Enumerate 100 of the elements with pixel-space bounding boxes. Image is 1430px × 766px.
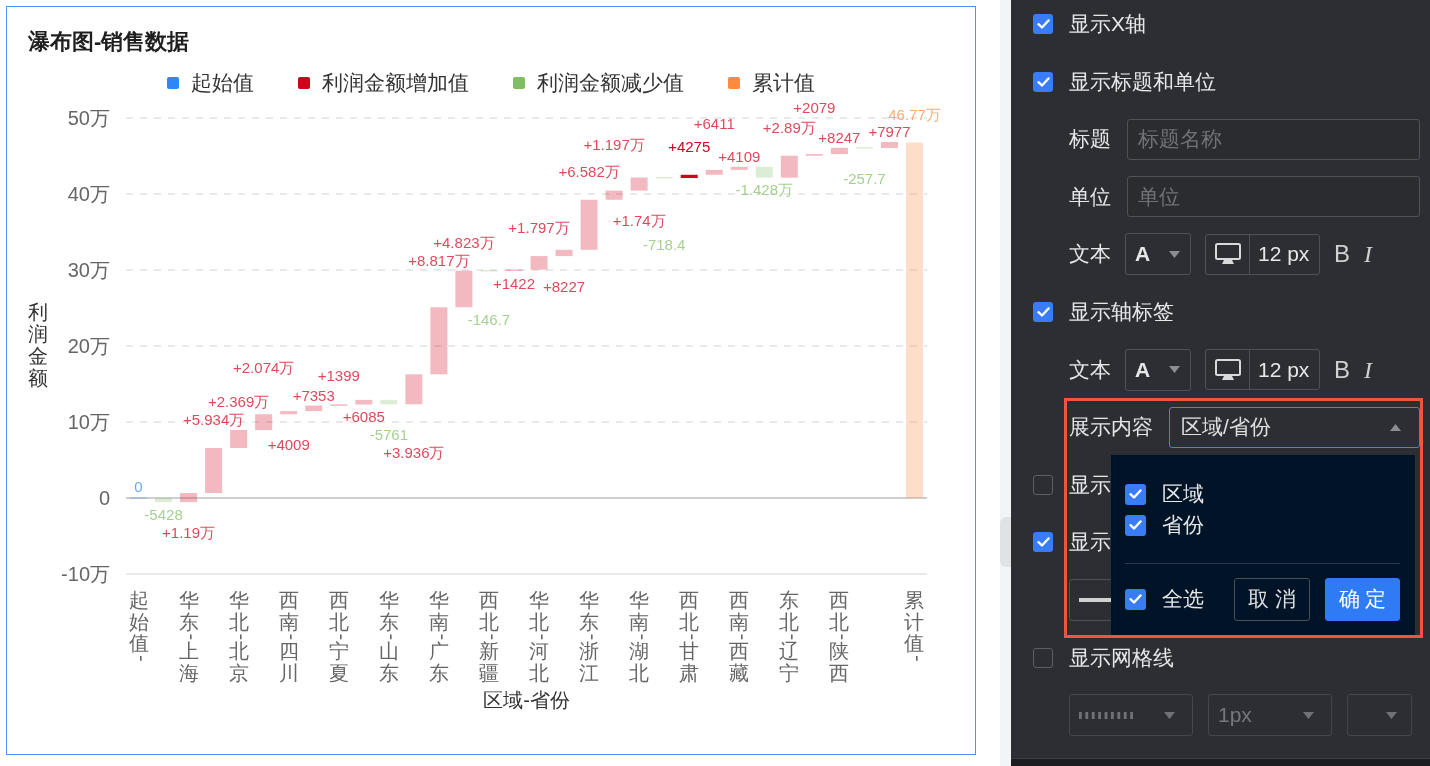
data-label: +1.74万 <box>612 212 666 230</box>
field-label: 文本 <box>1069 241 1111 268</box>
field-label: 标题 <box>1069 126 1111 153</box>
splitter-bar[interactable] <box>1000 0 1011 766</box>
data-label: +1.19万 <box>162 523 216 541</box>
x-axis-label: 华东-山东 <box>378 589 404 684</box>
field-label: 单位 <box>1069 183 1111 210</box>
option-label[interactable]: 区域 <box>1162 481 1204 508</box>
y-axis-label: -10万 <box>61 563 110 585</box>
legend-label[interactable]: 起始值 <box>191 71 254 95</box>
field-label: 展示内容 <box>1069 414 1153 441</box>
setting-label: 显示标题和单位 <box>1069 68 1216 95</box>
data-label: +2.369万 <box>208 393 270 410</box>
x-axis-label: 西北-新疆 <box>478 589 504 684</box>
caret-icon <box>1386 711 1397 719</box>
waterfall-bar[interactable] <box>680 174 698 179</box>
data-label: +7353 <box>292 386 335 404</box>
caret-icon <box>1390 423 1401 431</box>
x-axis-label: 西北-陕西 <box>829 589 855 684</box>
data-label: +6.582万 <box>558 162 620 180</box>
x-axis-label: 西北-宁夏 <box>328 589 354 684</box>
text-input[interactable]: 标题名称 <box>1127 118 1420 160</box>
caret-icon <box>1303 711 1314 719</box>
color-select[interactable] <box>1347 694 1412 737</box>
option-label[interactable]: 全选 <box>1162 586 1204 613</box>
data-label: +7977 <box>868 122 911 140</box>
data-label: +1.197万 <box>583 135 645 153</box>
checkmark-icon <box>1036 19 1050 29</box>
legend-label[interactable]: 利润金额增加值 <box>322 71 469 95</box>
setting-label: 显示 <box>1069 529 1111 556</box>
monitor-icon[interactable] <box>1214 243 1241 266</box>
checkbox[interactable] <box>1033 14 1053 34</box>
font-color-select[interactable]: A <box>1125 233 1191 276</box>
y-axis-label: 10万 <box>67 411 110 433</box>
monitor-icon[interactable] <box>1214 358 1241 381</box>
confirm-button[interactable]: 确 定 <box>1325 577 1400 621</box>
data-label: +4275 <box>668 137 711 155</box>
data-label: +2079 <box>793 99 836 117</box>
italic-button[interactable]: I <box>1364 355 1372 384</box>
x-axis-label: 东北-辽宁 <box>779 589 804 684</box>
y-axis-title: 利润金额 <box>28 301 48 389</box>
setting-label: 显示轴标签 <box>1069 298 1174 325</box>
legend-label[interactable]: 利润金额减少值 <box>537 71 684 95</box>
dropdown-select[interactable]: 区域/省份 <box>1169 406 1420 448</box>
checkbox[interactable] <box>1033 647 1053 668</box>
x-axis-label: 华南-广东 <box>428 589 454 684</box>
checkbox[interactable] <box>1033 532 1053 553</box>
checkbox[interactable] <box>1125 588 1146 610</box>
y-axis-label: 40万 <box>67 183 110 205</box>
drag-handle[interactable] <box>1000 517 1011 567</box>
data-label: +4109 <box>718 147 761 165</box>
data-label: -257.7 <box>843 170 886 188</box>
checkbox[interactable] <box>1033 474 1053 495</box>
data-label: -146.7 <box>467 311 511 328</box>
data-label: +6085 <box>342 408 385 425</box>
bold-button[interactable]: B <box>1334 240 1350 269</box>
checkmark-icon <box>1129 489 1142 500</box>
data-label: +8227 <box>543 277 586 295</box>
data-label: +2.074万 <box>233 359 295 377</box>
data-label: +8.817万 <box>408 252 470 270</box>
x-axis-label: 华东-上海 <box>178 589 204 684</box>
font-color-select[interactable]: A <box>1125 348 1191 391</box>
font-size-input[interactable]: 12 px <box>1205 349 1320 391</box>
chart-title: 瀑布图-销售数据 <box>27 28 191 55</box>
data-label: +5.934万 <box>182 411 245 428</box>
x-axis-label: 起始值- <box>128 589 154 662</box>
setting-label: 显示网格线 <box>1069 644 1174 671</box>
legend-label[interactable]: 累计值 <box>752 71 815 95</box>
x-axis-label: 西南-四川 <box>278 589 304 684</box>
checkbox[interactable] <box>1033 301 1053 322</box>
data-label: 0 <box>134 478 143 496</box>
x-axis-title: 区域-省份 <box>483 689 570 711</box>
waterfall-bar[interactable] <box>180 493 198 503</box>
data-label: +1422 <box>492 274 536 292</box>
setting-label: 显示 <box>1069 471 1111 498</box>
caret-icon <box>1164 711 1175 719</box>
checkbox[interactable] <box>1125 483 1146 505</box>
cancel-button[interactable]: 取 消 <box>1234 577 1310 621</box>
y-axis-label: 20万 <box>67 335 110 357</box>
italic-button[interactable]: I <box>1364 240 1372 269</box>
data-label: +1.797万 <box>508 219 570 237</box>
bold-button[interactable]: B <box>1334 355 1350 384</box>
data-label: +3.936万 <box>383 443 445 461</box>
checkbox[interactable] <box>1125 514 1146 536</box>
caret-icon <box>1169 366 1180 374</box>
data-label: 46.77万 <box>888 105 941 123</box>
option-label[interactable]: 省份 <box>1162 512 1204 539</box>
setting-label: 显示X轴 <box>1069 11 1146 37</box>
checkmark-icon <box>1036 76 1050 87</box>
data-label: +6411 <box>693 114 735 132</box>
checkbox[interactable] <box>1033 71 1053 92</box>
data-label: +8247 <box>818 128 861 146</box>
data-label: +1399 <box>317 367 360 385</box>
text-input[interactable]: 单位 <box>1127 176 1420 218</box>
x-axis-label: 华北-北京 <box>228 589 254 684</box>
checkmark-icon <box>1129 594 1142 605</box>
data-label: -5428 <box>144 505 183 523</box>
caret-icon <box>1169 250 1180 258</box>
x-axis-label: 华东-浙江 <box>579 589 604 684</box>
font-size-input[interactable]: 12 px <box>1205 233 1320 275</box>
